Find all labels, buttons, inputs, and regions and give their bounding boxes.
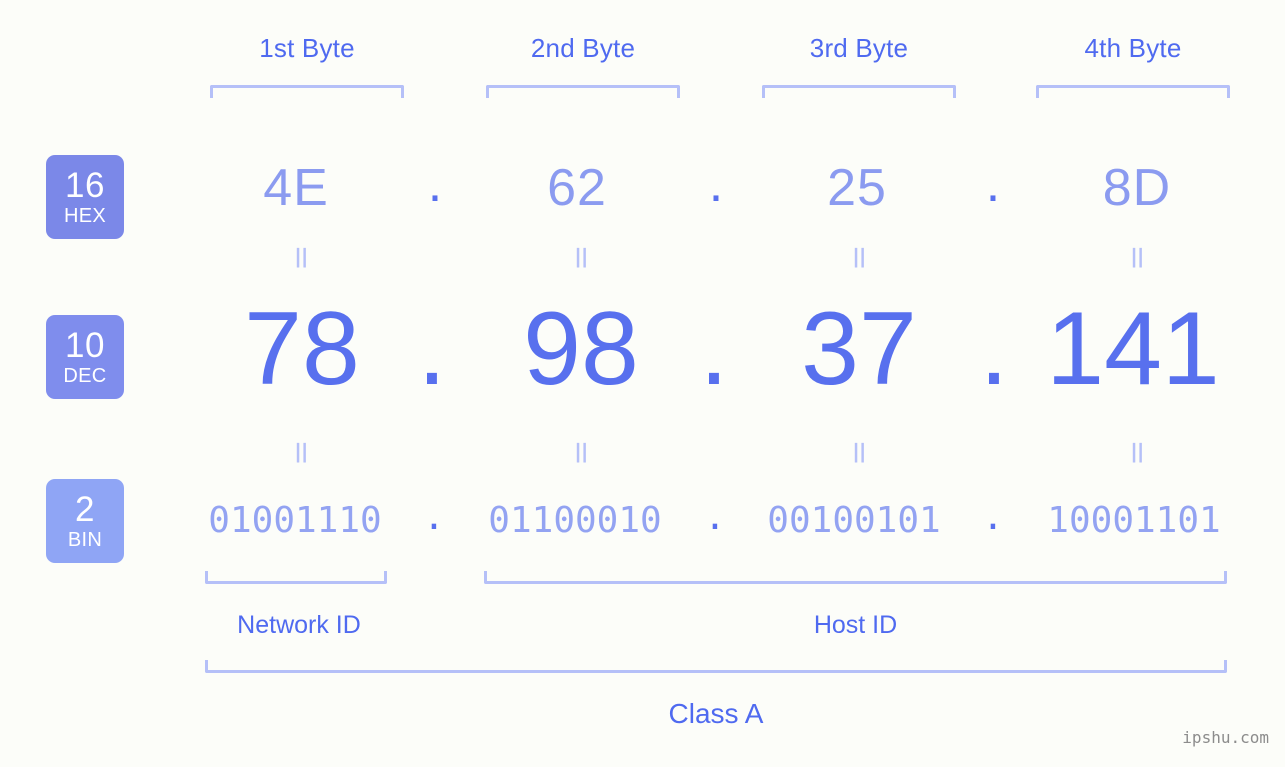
class-bracket xyxy=(205,660,1227,673)
byte-header-2: 2nd Byte xyxy=(530,33,636,63)
byte-header-3: 3rd Byte xyxy=(809,33,909,63)
bin-separator-2: . xyxy=(704,497,726,538)
byte-bracket-2 xyxy=(486,85,680,98)
equality-connector-dec-bin-1: ॥ xyxy=(291,435,309,470)
equality-connector-hex-dec-2: ॥ xyxy=(571,240,589,275)
byte-bracket-1 xyxy=(210,85,404,98)
base-badge-hex-abbr: HEX xyxy=(63,205,107,227)
hex-separator-2: . xyxy=(708,155,724,213)
class-label: Class A xyxy=(668,698,764,729)
dec-separator-1: . xyxy=(417,291,447,407)
byte-bracket-3 xyxy=(762,85,956,98)
bin-byte-4: 10001101 xyxy=(1047,500,1221,541)
equality-connector-dec-bin-2: ॥ xyxy=(571,435,589,470)
equality-connector-hex-dec-3: ॥ xyxy=(849,240,867,275)
host-id-label: Host ID xyxy=(813,611,898,639)
site-watermark: ipshu.com xyxy=(1182,728,1269,747)
bin-separator-1: . xyxy=(423,497,445,538)
equality-connector-dec-bin-3: ॥ xyxy=(849,435,867,470)
hex-byte-4: 8D xyxy=(1102,159,1172,217)
network-id-bracket xyxy=(205,571,387,584)
dec-byte-3: 37 xyxy=(801,291,917,407)
dec-separator-2: . xyxy=(699,291,729,407)
base-badge-hex-number: 16 xyxy=(65,166,105,205)
base-badge-dec: 10 DEC xyxy=(46,315,124,399)
base-badge-bin: 2 BIN xyxy=(46,479,124,563)
base-badge-hex: 16 HEX xyxy=(46,155,124,239)
hex-byte-2: 62 xyxy=(547,159,607,217)
dec-separator-3: . xyxy=(979,291,1009,407)
base-badge-bin-number: 2 xyxy=(75,490,95,529)
ip-address-breakdown-diagram: 1st Byte 2nd Byte 3rd Byte 4th Byte 16 H… xyxy=(0,0,1285,767)
bin-byte-1: 01001110 xyxy=(208,500,382,541)
hex-separator-3: . xyxy=(985,155,1001,213)
hex-byte-3: 25 xyxy=(827,159,887,217)
hex-byte-1: 4E xyxy=(263,159,329,217)
base-badge-bin-abbr: BIN xyxy=(67,529,103,551)
host-id-bracket xyxy=(484,571,1227,584)
hex-separator-1: . xyxy=(427,155,443,213)
equality-connector-hex-dec-1: ॥ xyxy=(291,240,309,275)
dec-byte-1: 78 xyxy=(244,291,360,407)
dec-byte-4: 141 xyxy=(1046,291,1220,407)
bin-byte-2: 01100010 xyxy=(488,500,662,541)
base-badge-dec-number: 10 xyxy=(65,326,105,365)
bin-byte-3: 00100101 xyxy=(767,500,941,541)
equality-connector-dec-bin-4: ॥ xyxy=(1127,435,1145,470)
network-id-label: Network ID xyxy=(237,611,361,639)
base-badge-dec-abbr: DEC xyxy=(63,365,107,387)
equality-connector-hex-dec-4: ॥ xyxy=(1127,240,1145,275)
byte-header-4: 4th Byte xyxy=(1084,33,1182,63)
bin-separator-3: . xyxy=(982,497,1004,538)
dec-byte-2: 98 xyxy=(523,291,639,407)
byte-bracket-4 xyxy=(1036,85,1230,98)
byte-header-1: 1st Byte xyxy=(259,33,355,63)
